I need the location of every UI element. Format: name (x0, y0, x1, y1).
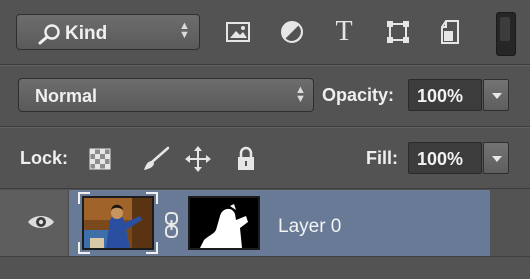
type-filter-icon[interactable]: T (328, 16, 360, 48)
lock-label: Lock: (20, 148, 69, 168)
fill-label: Fill: (366, 148, 398, 168)
layer-mask-thumbnail[interactable] (188, 196, 260, 250)
opacity-field[interactable]: 100% (408, 79, 482, 111)
lock-all-padlock-icon[interactable] (232, 145, 260, 173)
filter-kind-select[interactable]: Kind ▲ ▼ (16, 14, 200, 50)
layer-name[interactable]: Layer 0 (278, 216, 341, 238)
chevron-down-icon (492, 156, 502, 162)
opacity-dropdown-button[interactable] (483, 79, 509, 111)
type-filter-glyph: T (335, 16, 353, 47)
adjustment-filter-icon[interactable] (276, 16, 308, 48)
search-icon (37, 23, 63, 50)
chevron-down-icon (492, 93, 502, 99)
updown-arrows-icon: ▲ ▼ (179, 20, 190, 41)
lock-position-move-icon[interactable] (184, 145, 212, 173)
image-filter-icon[interactable] (222, 16, 254, 48)
updown-arrows-icon: ▲ ▼ (295, 84, 306, 105)
fill-dropdown-button[interactable] (483, 142, 509, 174)
opacity-label: Opacity: (322, 85, 395, 105)
filter-toggle-switch[interactable] (496, 12, 516, 56)
shape-filter-icon[interactable] (382, 16, 414, 48)
layers-panel: Kind ▲ ▼ T Normal ▲ ▼ Opacity: 100% Lock… (0, 0, 530, 279)
filter-kind-label: Kind (65, 23, 108, 44)
blend-mode-label: Normal (35, 86, 98, 106)
blend-mode-select[interactable]: Normal ▲ ▼ (18, 78, 314, 112)
opacity-value: 100% (417, 86, 464, 106)
link-chain-icon[interactable] (162, 212, 182, 243)
lock-image-pixels-brush-icon[interactable] (142, 145, 170, 173)
smart-object-filter-icon[interactable] (434, 16, 466, 48)
lock-transparent-pixels-icon[interactable] (86, 145, 114, 173)
fill-field[interactable]: 100% (408, 142, 482, 174)
layer-thumbnail[interactable] (82, 196, 154, 250)
eye-icon[interactable] (26, 212, 56, 237)
fill-value: 100% (417, 149, 464, 169)
